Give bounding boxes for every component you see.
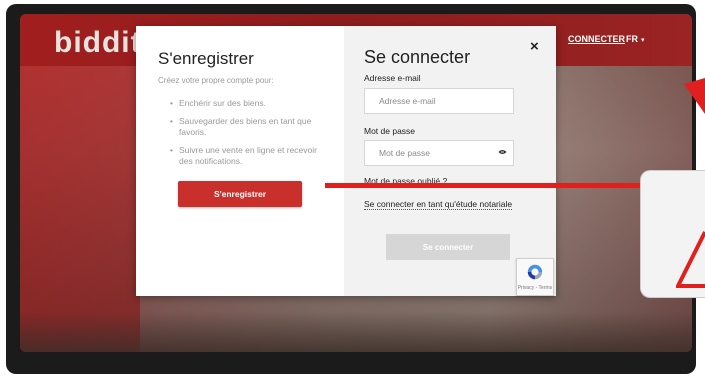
benefit-text: Suivre une vente en ligne et recevoir de… xyxy=(179,145,317,166)
list-item: • Enchérir sur des biens. xyxy=(170,98,320,109)
password-placeholder: Mot de passe xyxy=(379,148,431,158)
register-subtitle: Créez votre propre compte pour: xyxy=(158,76,274,85)
background-photo-left xyxy=(20,66,140,352)
recaptcha-badge[interactable]: Privacy - Terms xyxy=(516,258,554,296)
close-icon[interactable]: × xyxy=(530,38,539,55)
language-label: FR xyxy=(626,34,638,44)
recaptcha-icon xyxy=(527,264,543,280)
recaptcha-footer: Privacy - Terms xyxy=(517,285,553,291)
login-button[interactable]: Se connecter xyxy=(386,234,510,260)
login-title: Se connecter xyxy=(364,47,471,67)
notary-login-link[interactable]: Se connecter en tant qu'étude notariale xyxy=(364,199,514,210)
eye-icon[interactable] xyxy=(498,149,507,155)
page-frame: biddit CONNECTER FR ▾ S'enregistrer Créez… xyxy=(0,0,705,382)
background-photo-bottom xyxy=(20,312,692,352)
nav-connect-link[interactable]: CONNECTER xyxy=(568,34,625,44)
password-label: Mot de passe xyxy=(364,126,416,136)
register-benefits-list: • Enchérir sur des biens. • Sauvegarder de… xyxy=(170,98,320,174)
register-panel: S'enregistrer Créez votre propre compte … xyxy=(136,26,344,296)
auth-modal: S'enregistrer Créez votre propre compte … xyxy=(136,26,556,296)
email-label: Adresse e-mail xyxy=(364,73,421,83)
email-field[interactable]: Adresse e-mail xyxy=(364,88,514,114)
site-logo[interactable]: biddit xyxy=(54,26,142,60)
benefit-text: Enchérir sur des biens. xyxy=(179,98,266,108)
warning-triangle-icon xyxy=(676,231,705,288)
list-item: • Suivre une vente en ligne et recevoir d… xyxy=(170,145,320,167)
bullet-icon: • xyxy=(170,116,173,126)
language-selector[interactable]: FR ▾ xyxy=(626,34,645,44)
chevron-down-icon: ▾ xyxy=(641,37,645,44)
password-field[interactable]: Mot de passe xyxy=(364,140,514,166)
list-item: • Sauvegarder des biens en tant que favor… xyxy=(170,116,320,138)
login-panel: Se connecter × Adresse e-mail Adresse e-… xyxy=(344,26,556,296)
register-title: S'enregistrer xyxy=(158,49,254,68)
notary-login-label: Se connecter en tant qu'étude notariale xyxy=(364,199,513,210)
benefit-text: Sauvegarder des biens en tant que favori… xyxy=(179,116,312,137)
annotation-arrow-icon xyxy=(684,78,705,114)
email-placeholder: Adresse e-mail xyxy=(379,96,436,106)
bullet-icon: • xyxy=(170,145,173,155)
bullet-icon: • xyxy=(170,98,173,108)
register-button[interactable]: S'enregistrer xyxy=(178,181,302,207)
